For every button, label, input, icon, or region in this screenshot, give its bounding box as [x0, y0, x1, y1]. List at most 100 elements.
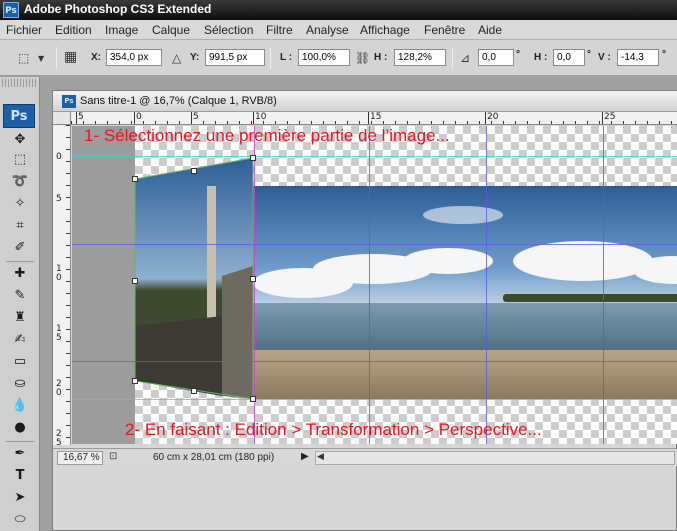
menu-selection[interactable]: Sélection — [204, 23, 253, 37]
ruler-label: 5 — [193, 112, 199, 122]
transform-handle[interactable] — [191, 388, 197, 394]
guide-vertical[interactable] — [603, 126, 604, 444]
menu-edition[interactable]: Edition — [55, 23, 92, 37]
ruler-tick — [66, 185, 70, 186]
transform-handle[interactable] — [250, 155, 256, 161]
guide-horizontal[interactable] — [72, 399, 677, 400]
healing-brush-icon[interactable]: ✚ — [10, 265, 30, 283]
clone-stamp-icon[interactable]: ♜ — [10, 309, 30, 327]
transform-handle[interactable] — [132, 378, 138, 384]
horizontal-ruler[interactable]: 5 0 5 10 15 20 25 — [71, 112, 677, 125]
eraser-tool-icon[interactable]: ▭ — [10, 353, 30, 371]
ellipse-shape-icon[interactable]: ⬭ — [10, 511, 30, 529]
ruler-tick — [131, 121, 132, 124]
canvas-area[interactable]: 1- Sélectionnez une première partie de l… — [72, 126, 677, 444]
ruler-tick — [347, 121, 348, 124]
guide-horizontal[interactable] — [72, 244, 677, 245]
ruler-tick — [66, 353, 70, 354]
photoshop-logo[interactable]: Ps — [3, 104, 35, 128]
zoom-preview-icon[interactable]: ⊡ — [109, 451, 121, 464]
ruler-tick — [368, 112, 369, 124]
reference-point-icon[interactable]: ▦ — [64, 49, 77, 65]
ruler-label: 2 0 — [56, 379, 62, 398]
dodge-tool-icon[interactable]: ● — [10, 419, 30, 437]
x-label: X: — [91, 52, 101, 63]
ruler-tick — [66, 269, 70, 270]
ruler-tick — [66, 425, 70, 426]
history-brush-icon[interactable]: ✍ — [10, 331, 30, 349]
ruler-tick — [275, 121, 276, 124]
magic-wand-icon[interactable]: ✧ — [10, 195, 30, 213]
degree-symbol: ° — [662, 49, 666, 60]
brush-tool-icon[interactable]: ✎ — [10, 287, 30, 305]
transform-handle[interactable] — [132, 278, 138, 284]
crop-tool-icon[interactable]: ⌗ — [10, 217, 30, 235]
ruler-tick — [66, 137, 70, 138]
ruler-label: 5 — [56, 194, 62, 204]
vertical-ruler[interactable]: 0 5 1 0 1 5 2 0 2 5 — [53, 125, 71, 445]
ruler-tick — [227, 121, 228, 124]
guide-vertical[interactable] — [486, 126, 487, 444]
horizontal-scrollbar[interactable] — [315, 451, 675, 465]
menu-analyse[interactable]: Analyse — [306, 23, 349, 37]
guide-horizontal[interactable] — [72, 156, 677, 157]
ruler-origin[interactable] — [53, 112, 71, 125]
ruler-tick — [623, 121, 624, 124]
ruler-tick — [66, 245, 70, 246]
status-menu-arrow-icon[interactable]: ▶ — [301, 451, 309, 462]
move-tool-icon[interactable]: ✥ — [10, 131, 30, 149]
app-title: Adobe Photoshop CS3 Extended — [24, 2, 212, 16]
link-icon[interactable]: ⛓ — [355, 51, 370, 65]
document-title-bar[interactable]: Ps Sans titre-1 @ 16,7% (Calque 1, RVB/8… — [53, 91, 677, 112]
guide-horizontal[interactable] — [72, 361, 677, 362]
path-selection-icon[interactable]: ➤ — [10, 489, 30, 507]
ruler-label: 2 5 — [56, 429, 62, 446]
rotate-field[interactable]: 0,0 — [478, 49, 514, 66]
ruler-tick — [383, 121, 384, 124]
document-size[interactable]: 60 cm x 28,01 cm (180 ppi) — [153, 452, 274, 463]
menu-aide[interactable]: Aide — [478, 23, 502, 37]
pen-tool-icon[interactable]: ✒ — [10, 445, 30, 463]
width-field[interactable]: 100,0% — [298, 49, 350, 66]
document-window[interactable]: Ps Sans titre-1 @ 16,7% (Calque 1, RVB/8… — [52, 90, 677, 531]
triangle-delta-icon[interactable]: △ — [172, 51, 181, 65]
transform-handle[interactable] — [132, 176, 138, 182]
y-field[interactable]: 991,5 px — [205, 49, 265, 66]
marquee-tool-icon[interactable]: ⬚ — [10, 151, 30, 169]
rotate-angle-icon[interactable]: ⊿ — [460, 51, 470, 65]
transform-tool-icon[interactable]: ⬚ — [18, 51, 29, 65]
ruler-tick — [253, 112, 254, 124]
hskew-field[interactable]: 0,0 — [553, 49, 585, 66]
menu-fenetre[interactable]: Fenêtre — [424, 23, 465, 37]
menu-image[interactable]: Image — [105, 23, 138, 37]
x-field[interactable]: 354,0 px — [106, 49, 162, 66]
ruler-tick — [599, 121, 600, 124]
transform-handle[interactable] — [250, 276, 256, 282]
transform-handle[interactable] — [250, 396, 256, 402]
ruler-tick — [395, 121, 396, 124]
zoom-field[interactable]: 16,67 % — [57, 451, 103, 465]
vskew-field[interactable]: -14,3 — [617, 49, 659, 66]
menu-filtre[interactable]: Filtre — [266, 23, 293, 37]
height-field[interactable]: 128,2% — [394, 49, 446, 66]
menu-fichier[interactable]: Fichier — [6, 23, 42, 37]
type-tool-icon[interactable]: T — [10, 467, 30, 485]
scroll-left-icon[interactable]: ◀ — [317, 452, 324, 462]
chevron-down-icon[interactable]: ▼ — [38, 54, 44, 63]
transform-handle[interactable] — [191, 168, 197, 174]
menu-calque[interactable]: Calque — [152, 23, 190, 37]
photoshop-app-icon: Ps — [3, 2, 19, 18]
tools-panel: Ps ✥ ⬚ ➰ ✧ ⌗ ✐ ✚ ✎ ♜ ✍ ▭ ⛀ 💧 ● ✒ T ➤ ⬭ — [0, 77, 40, 531]
paint-bucket-icon[interactable]: ⛀ — [10, 375, 30, 393]
ruler-tick — [587, 121, 588, 124]
menu-affichage[interactable]: Affichage — [360, 23, 410, 37]
degree-symbol: ° — [587, 49, 591, 60]
ruler-tick — [335, 121, 336, 124]
slice-tool-icon[interactable]: ✐ — [10, 239, 30, 257]
lasso-tool-icon[interactable]: ➰ — [10, 173, 30, 191]
panel-grip[interactable] — [2, 79, 38, 87]
perspective-selection[interactable] — [72, 126, 677, 444]
ruler-tick — [66, 221, 70, 222]
blur-tool-icon[interactable]: 💧 — [10, 397, 30, 415]
guide-vertical[interactable] — [369, 126, 370, 444]
